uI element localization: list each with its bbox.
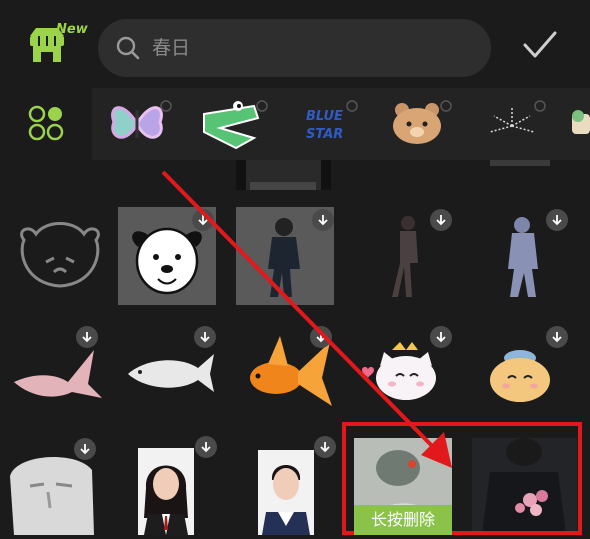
crocodile-sticker-icon: [203, 100, 268, 150]
category-all[interactable]: [0, 88, 92, 160]
download-button[interactable]: [312, 209, 334, 231]
download-icon: [318, 215, 328, 226]
sticker-goldfish[interactable]: [238, 322, 338, 418]
svg-text:BLUE: BLUE: [306, 109, 343, 124]
category-cup[interactable]: [564, 92, 590, 156]
search-input[interactable]: 春日: [98, 19, 491, 77]
girl-portrait-icon: [144, 465, 188, 535]
dog-outline-icon: [20, 222, 100, 288]
search-icon: [116, 36, 140, 60]
download-button[interactable]: [546, 326, 568, 348]
butterfly-sticker-icon: [111, 100, 172, 139]
category-bear[interactable]: [382, 92, 456, 156]
sticker-dog-drawing[interactable]: [118, 207, 216, 305]
fireworks-sticker-icon: [489, 100, 546, 133]
category-blue-star[interactable]: BLUE STAR: [292, 92, 366, 156]
sticker-boy-portrait[interactable]: [258, 450, 314, 535]
download-button[interactable]: [194, 326, 216, 348]
sticker-sculpture-face[interactable]: [0, 436, 110, 535]
sticker-walking-man[interactable]: [236, 207, 334, 305]
sticker-woman-walking[interactable]: [360, 205, 460, 305]
sticker-dog-outline[interactable]: [10, 210, 110, 310]
cup-sticker-icon: [572, 110, 590, 134]
sticker-white-cat-crown[interactable]: [358, 322, 462, 418]
sticker-orange-cat-hat[interactable]: [478, 322, 580, 418]
film-strip-partial[interactable]: [232, 160, 337, 192]
download-icon: [552, 215, 562, 226]
category-butterfly[interactable]: [100, 92, 174, 156]
svg-text:STAR: STAR: [306, 127, 343, 142]
download-button[interactable]: [195, 436, 217, 458]
download-button[interactable]: [310, 326, 332, 348]
check-icon[interactable]: [522, 30, 558, 60]
download-button[interactable]: [192, 209, 214, 231]
download-button[interactable]: [314, 436, 336, 458]
download-icon: [316, 332, 326, 343]
download-icon: [201, 442, 211, 453]
all-grid-icon: [28, 105, 64, 141]
sticker-person-walking-back[interactable]: [478, 205, 578, 305]
download-button[interactable]: [430, 326, 452, 348]
download-button[interactable]: [74, 438, 96, 460]
search-placeholder: 春日: [152, 37, 191, 59]
blue-star-sticker-icon: BLUE STAR: [306, 100, 358, 142]
download-button[interactable]: [430, 209, 452, 231]
sticker-koi-fish[interactable]: [6, 322, 110, 418]
sticker-store-button[interactable]: New: [28, 22, 88, 68]
category-fireworks[interactable]: [476, 92, 550, 156]
download-icon: [82, 332, 92, 343]
download-icon: [436, 215, 446, 226]
download-icon: [552, 332, 562, 343]
category-crocodile[interactable]: [196, 92, 270, 156]
bear-sticker-icon: [393, 100, 452, 144]
long-press-delete-label: 长按删除: [354, 505, 452, 535]
download-button[interactable]: [76, 326, 98, 348]
download-icon: [198, 215, 208, 226]
download-icon: [320, 442, 330, 453]
download-icon: [80, 444, 90, 455]
download-icon: [200, 332, 210, 343]
boy-portrait-icon: [262, 465, 310, 535]
download-button[interactable]: [546, 209, 568, 231]
download-icon: [436, 332, 446, 343]
sticker-girl-portrait[interactable]: [138, 448, 194, 535]
new-badge: New: [56, 22, 88, 37]
sticker-white-fish[interactable]: [120, 322, 220, 418]
partial-tile[interactable]: [490, 160, 550, 170]
